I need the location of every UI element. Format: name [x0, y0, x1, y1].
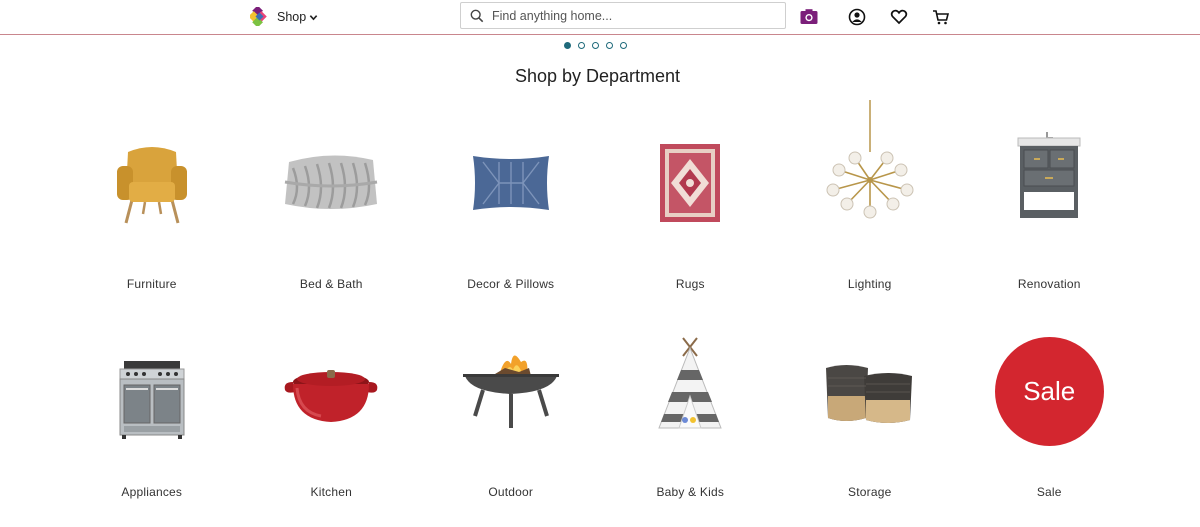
- department-label: Furniture: [126, 277, 177, 291]
- heart-icon[interactable]: [890, 8, 908, 26]
- department-tile-rugs[interactable]: Rugs: [601, 100, 781, 308]
- department-tile-lighting[interactable]: Lighting: [780, 100, 960, 308]
- carousel-dot-3[interactable]: [592, 42, 599, 49]
- department-tile-baby-kids[interactable]: Baby & Kids: [601, 308, 781, 518]
- baskets-image: [815, 338, 925, 448]
- range-oven-image: [97, 344, 207, 454]
- sale-badge: Sale: [994, 336, 1104, 446]
- shop-menu-label: Shop: [277, 10, 307, 24]
- pillow-image: [456, 128, 566, 238]
- department-label: Rugs: [675, 277, 705, 291]
- department-label: Lighting: [847, 277, 892, 291]
- logo-icon[interactable]: [250, 7, 269, 26]
- department-tile-kitchen[interactable]: Kitchen: [242, 308, 422, 518]
- search-icon: [470, 9, 484, 22]
- department-tile-outdoor[interactable]: Outdoor: [421, 308, 601, 518]
- carousel-dot-5[interactable]: [620, 42, 627, 49]
- department-tile-bed-bath[interactable]: Bed & Bath: [242, 100, 422, 308]
- carousel-dots: [564, 42, 627, 49]
- department-tile-furniture[interactable]: Furniture: [62, 100, 242, 308]
- carousel-dot-2[interactable]: [578, 42, 585, 49]
- rug-image: [635, 128, 745, 238]
- chevron-down-icon: [309, 14, 318, 20]
- cart-icon[interactable]: [932, 8, 950, 26]
- department-label: Renovation: [1017, 277, 1081, 291]
- search-input[interactable]: [490, 7, 774, 24]
- search-box[interactable]: [460, 2, 786, 29]
- department-label: Kitchen: [310, 485, 352, 499]
- department-grid: Furniture Bed & Bath Decor & Pillows Rug…: [62, 100, 1139, 518]
- shop-menu-button[interactable]: Shop: [277, 10, 318, 24]
- carousel-dot-4[interactable]: [606, 42, 613, 49]
- department-tile-appliances[interactable]: Appliances: [62, 308, 242, 518]
- department-label: Appliances: [121, 485, 183, 499]
- department-tile-decor-pillows[interactable]: Decor & Pillows: [421, 100, 601, 308]
- department-label: Baby & Kids: [656, 485, 725, 499]
- department-label: Decor & Pillows: [467, 277, 555, 291]
- fire-pit-image: [456, 334, 566, 444]
- department-label: Bed & Bath: [299, 277, 363, 291]
- carousel-dot-1[interactable]: [564, 42, 571, 49]
- department-tile-sale[interactable]: Sale Sale: [960, 308, 1140, 518]
- department-tile-storage[interactable]: Storage: [780, 308, 960, 518]
- armchair-image: [97, 128, 207, 238]
- top-nav-bar: Shop: [0, 0, 1200, 35]
- sale-badge-text: Sale: [1023, 375, 1076, 406]
- department-tile-renovation[interactable]: Renovation: [960, 100, 1140, 308]
- vanity-image: [994, 110, 1104, 240]
- camera-icon[interactable]: [800, 8, 818, 26]
- section-title: Shop by Department: [514, 66, 681, 86]
- department-label: Storage: [848, 485, 892, 499]
- dutch-oven-image: [276, 336, 386, 446]
- department-label: Outdoor: [488, 485, 534, 499]
- teepee-image: [635, 326, 745, 446]
- knit-blanket-image: [276, 128, 386, 238]
- chandelier-image: [815, 100, 925, 240]
- account-icon[interactable]: [848, 8, 866, 26]
- department-label: Sale: [1036, 485, 1062, 499]
